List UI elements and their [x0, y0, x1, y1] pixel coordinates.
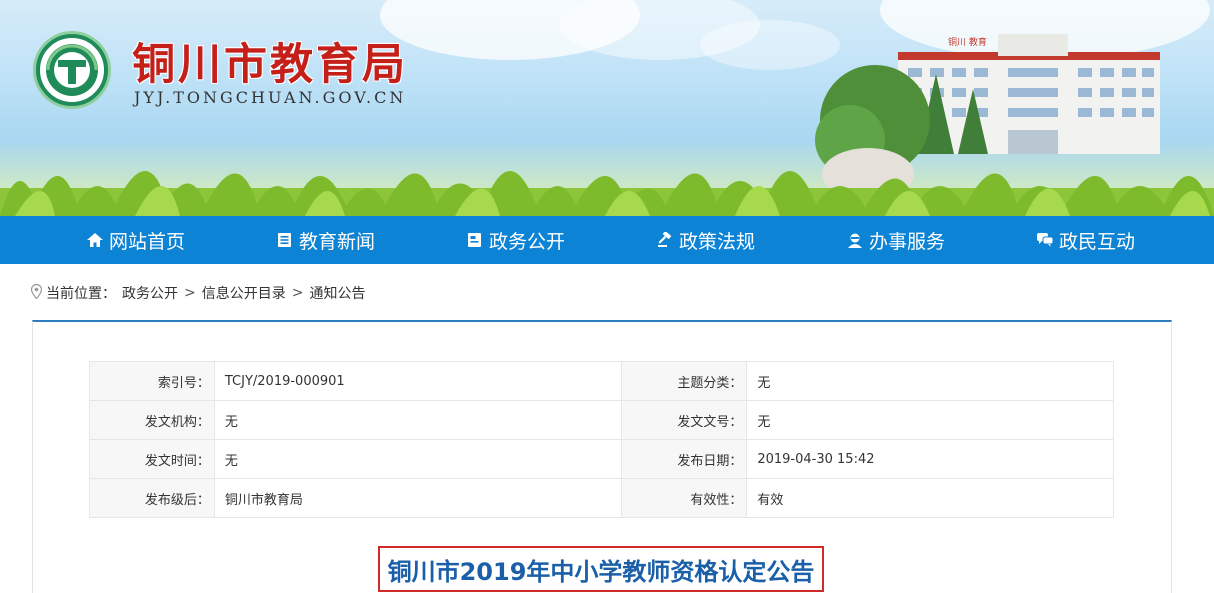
chat-bubbles-icon [1035, 230, 1055, 250]
site-title[interactable]: 铜川市教育局 [132, 30, 408, 92]
meta-label-index: 索引号： [89, 361, 215, 401]
service-person-icon [845, 230, 865, 250]
breadcrumb: 当前位置： 政务公开 > 信息公开目录 > 通知公告 [30, 283, 365, 303]
breadcrumb-link-notices[interactable]: 通知公告 [309, 283, 365, 303]
meta-label-topic: 主题分类： [621, 361, 748, 401]
breadcrumb-separator: > [184, 285, 196, 301]
meta-label-publisher: 发布级后： [89, 478, 215, 518]
table-row: 发布级后： 铜川市教育局 有效性： 有效 [89, 478, 1114, 518]
breadcrumb-prefix: 当前位置： [46, 286, 116, 302]
meta-value-validity: 有效 [746, 478, 1114, 518]
breadcrumb-link-info-catalog[interactable]: 信息公开目录 [202, 283, 286, 303]
nav-item-services[interactable]: 办事服务 [800, 216, 990, 264]
table-row: 发文时间： 无 发布日期： 2019-04-30 15:42 [89, 439, 1114, 479]
nav-label: 教育新闻 [298, 230, 375, 253]
meta-value-doc-number: 无 [746, 400, 1114, 440]
meta-value-publisher: 铜川市教育局 [213, 478, 623, 518]
nav-item-government-affairs[interactable]: 政务公开 [420, 216, 610, 264]
nav-label: 办事服务 [868, 230, 945, 253]
document-list-icon [275, 230, 295, 250]
logo-emblem-icon [46, 44, 98, 96]
meta-label-publish-date: 发布日期： [621, 439, 748, 479]
document-meta-table: 索引号： TCJY/2019-000901 主题分类： 无 发文机构： 无 发文… [89, 361, 1114, 518]
header-banner: 铜川市教育局 JYJ.TONGCHUAN.GOV.CN 铜川 教育 [0, 0, 1214, 216]
meta-value-issue-time: 无 [213, 439, 623, 479]
table-row: 发文机构： 无 发文文号： 无 [89, 400, 1114, 440]
nav-label: 网站首页 [108, 230, 185, 253]
meta-value-index: TCJY/2019-000901 [213, 361, 623, 401]
nav-label: 政务公开 [488, 230, 565, 253]
main-nav: 网站首页 教育新闻 政务公开 政策法规 办事服务 政民互动 [0, 216, 1214, 264]
book-icon [465, 230, 485, 250]
meta-label-issue-time: 发文时间： [89, 439, 215, 479]
meta-label-issuer: 发文机构： [89, 400, 215, 440]
nav-item-education-news[interactable]: 教育新闻 [230, 216, 420, 264]
nav-item-interaction[interactable]: 政民互动 [990, 216, 1180, 264]
gavel-icon [655, 230, 675, 250]
location-pin-icon [30, 283, 43, 303]
meta-label-doc-number: 发文文号： [621, 400, 748, 440]
article-title: 铜川市2019年中小学教师资格认定公告 [378, 546, 824, 592]
nav-item-home[interactable]: 网站首页 [40, 216, 230, 264]
building-sign: 铜川 教育 [948, 36, 987, 48]
meta-value-publish-date: 2019-04-30 15:42 [746, 439, 1114, 479]
grass-decoration [0, 171, 1214, 216]
site-domain: JYJ.TONGCHUAN.GOV.CN [134, 88, 407, 107]
nav-label: 政策法规 [678, 230, 755, 253]
table-row: 索引号： TCJY/2019-000901 主题分类： 无 [89, 361, 1114, 401]
breadcrumb-link-government-affairs[interactable]: 政务公开 [122, 283, 178, 303]
meta-label-validity: 有效性： [621, 478, 748, 518]
nav-label: 政民互动 [1058, 230, 1135, 253]
site-logo[interactable] [36, 34, 108, 106]
meta-value-topic: 无 [746, 361, 1114, 401]
nav-item-policies[interactable]: 政策法规 [610, 216, 800, 264]
breadcrumb-separator: > [291, 285, 304, 301]
meta-value-issuer: 无 [213, 400, 623, 440]
home-icon [85, 230, 105, 250]
